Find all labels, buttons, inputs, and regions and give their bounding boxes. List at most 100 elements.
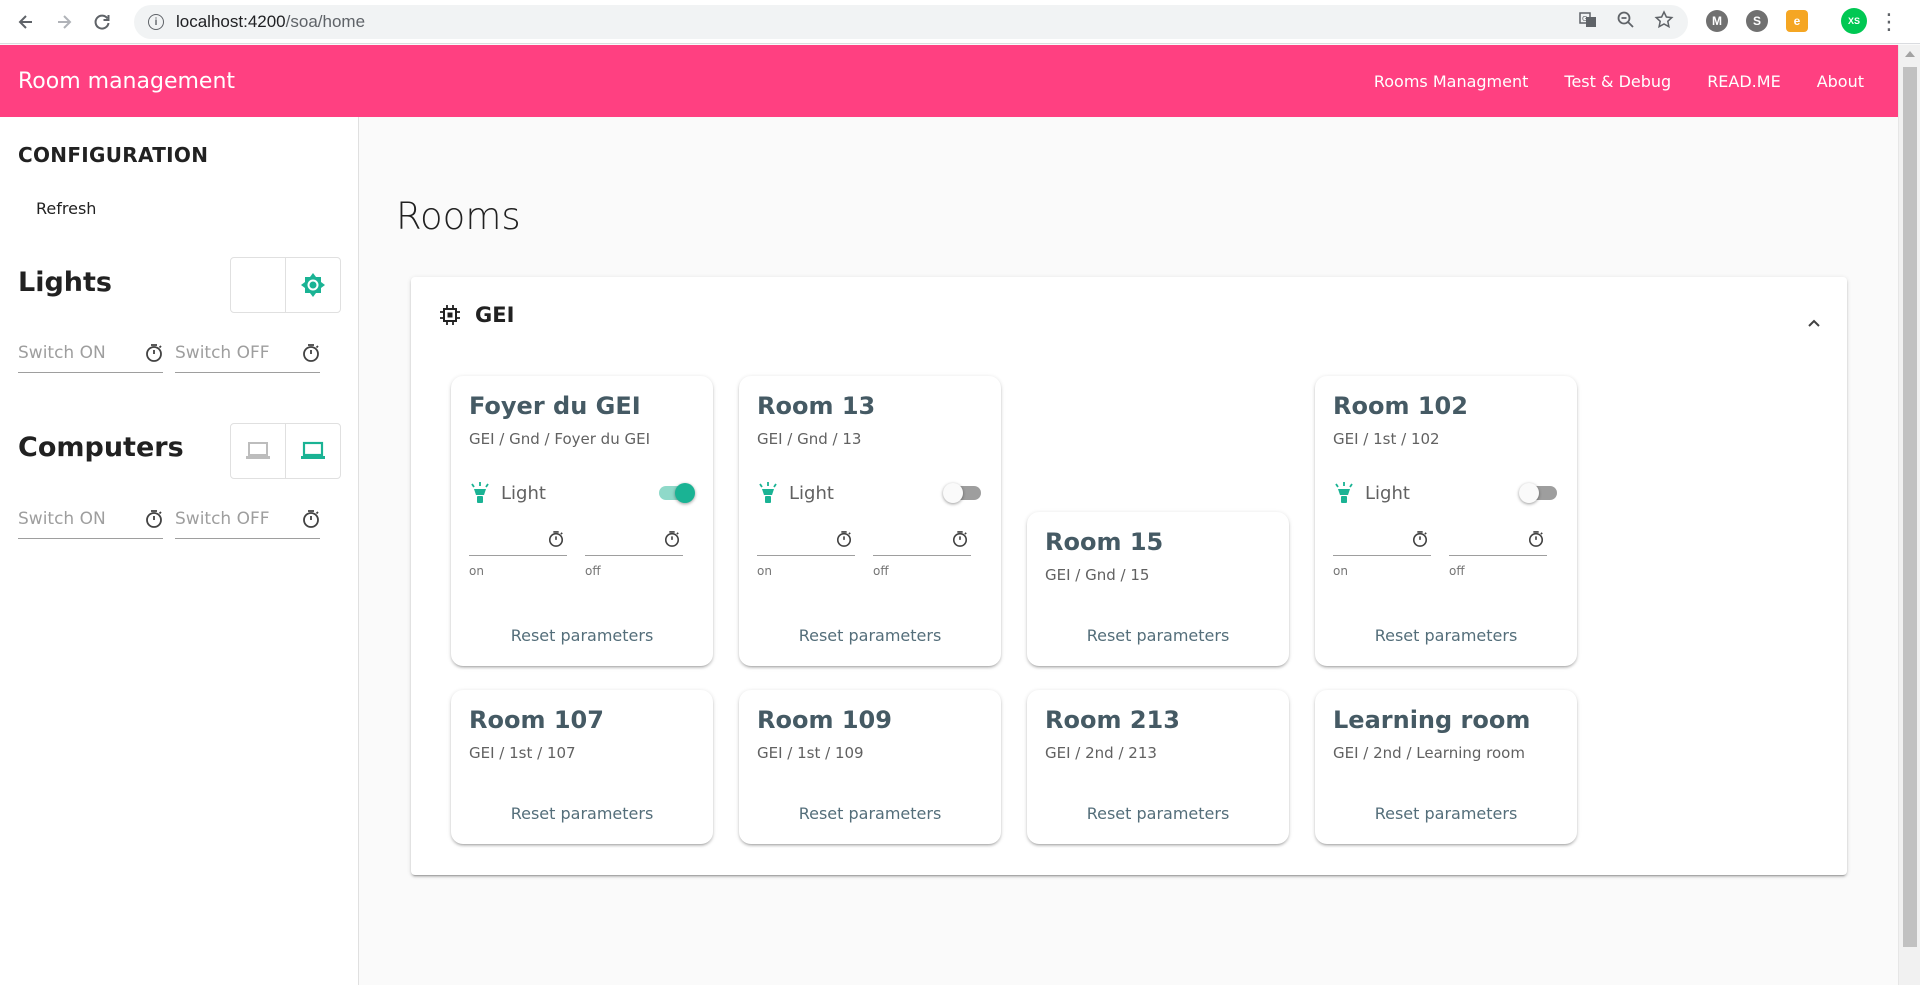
scroll-thumb[interactable] — [1903, 67, 1917, 947]
timer-icon[interactable] — [952, 530, 968, 553]
room-name: Room 102 — [1333, 392, 1468, 420]
scroll-up-arrow[interactable] — [1905, 51, 1915, 57]
bookmark-star-icon[interactable] — [1654, 9, 1674, 35]
room-card: Room 107 GEI / 1st / 107 Reset parameter… — [451, 690, 713, 844]
room-card: Room 109 GEI / 1st / 109 Reset parameter… — [739, 690, 1001, 844]
room-path: GEI / 1st / 102 — [1333, 430, 1440, 448]
room-card: Room 102 GEI / 1st / 102 Light on off Re… — [1315, 376, 1577, 666]
room-path: GEI / Gnd / 13 — [757, 430, 862, 448]
nav-test-debug[interactable]: Test & Debug — [1564, 72, 1671, 91]
lights-off-toggle[interactable] — [231, 258, 285, 312]
reset-parameters-button[interactable]: Reset parameters — [1027, 804, 1289, 823]
page-scrollbar[interactable] — [1898, 45, 1920, 985]
profile-avatar[interactable]: XS — [1841, 8, 1867, 34]
moon-icon — [255, 275, 265, 295]
timer-icon[interactable] — [302, 343, 320, 368]
room-name: Room 213 — [1045, 706, 1180, 734]
light-on-timer-field[interactable] — [757, 526, 855, 556]
room-card: Room 13 GEI / Gnd / 13 Light on off Rese… — [739, 376, 1001, 666]
on-label: on — [1333, 564, 1348, 578]
computers-on-toggle[interactable] — [285, 424, 340, 478]
lights-on-toggle[interactable] — [285, 258, 340, 312]
translate-icon[interactable]: G — [1578, 10, 1598, 35]
app-title: Room management — [18, 68, 236, 94]
page-title: Rooms — [396, 195, 521, 238]
lights-switch-on-field[interactable]: Switch ON — [18, 339, 163, 373]
lights-switch-off-field[interactable]: Switch OFF — [175, 339, 320, 373]
back-icon[interactable] — [10, 6, 42, 38]
room-name: Foyer du GEI — [469, 392, 641, 420]
light-toggle[interactable] — [655, 483, 695, 503]
reset-parameters-button[interactable]: Reset parameters — [451, 626, 713, 645]
light-off-timer-field[interactable] — [873, 526, 971, 556]
room-path: GEI / 1st / 109 — [757, 744, 864, 762]
chevron-up-icon[interactable] — [1807, 315, 1821, 333]
reset-parameters-button[interactable]: Reset parameters — [739, 804, 1001, 823]
room-path: GEI / Gnd / Foyer du GEI — [469, 430, 650, 448]
timer-icon[interactable] — [302, 509, 320, 534]
timer-icon[interactable] — [1412, 530, 1428, 553]
off-label: off — [585, 564, 601, 578]
nav-rooms-management[interactable]: Rooms Managment — [1374, 72, 1529, 91]
refresh-button[interactable]: Refresh — [36, 199, 96, 218]
reload-icon[interactable] — [86, 6, 118, 38]
timer-icon[interactable] — [1528, 530, 1544, 553]
timer-icon[interactable] — [836, 530, 852, 553]
reset-parameters-button[interactable]: Reset parameters — [1315, 626, 1577, 645]
sidebar: CONFIGURATION Refresh Lights Switch ON S… — [0, 117, 359, 985]
info-icon[interactable]: i — [148, 14, 164, 30]
extension-orange-icon[interactable]: e — [1786, 10, 1808, 32]
lights-switch-on-placeholder: Switch ON — [18, 343, 106, 363]
timer-icon[interactable] — [548, 530, 564, 553]
computers-switch-on-field[interactable]: Switch ON — [18, 505, 163, 539]
app-toolbar: Room management Rooms Managment Test & D… — [0, 45, 1898, 117]
extension-s-icon[interactable]: S — [1746, 10, 1768, 32]
building-panel-header[interactable]: GEI — [439, 303, 514, 327]
lights-title: Lights — [18, 267, 112, 298]
chip-icon — [440, 305, 460, 325]
light-label: Light — [1365, 482, 1410, 504]
config-title: CONFIGURATION — [18, 143, 209, 167]
zoom-icon[interactable] — [1616, 10, 1636, 35]
reset-parameters-button[interactable]: Reset parameters — [739, 626, 1001, 645]
room-card: Room 213 GEI / 2nd / 213 Reset parameter… — [1027, 690, 1289, 844]
computers-switch-on-placeholder: Switch ON — [18, 509, 106, 529]
computers-off-toggle[interactable] — [231, 424, 285, 478]
reset-parameters-button[interactable]: Reset parameters — [1315, 804, 1577, 823]
light-on-timer-field[interactable] — [1333, 526, 1431, 556]
room-path: GEI / 1st / 107 — [469, 744, 576, 762]
computers-switch-off-field[interactable]: Switch OFF — [175, 505, 320, 539]
laptop-on-icon — [301, 441, 325, 459]
room-name: Learning room — [1333, 706, 1531, 734]
nav-about[interactable]: About — [1817, 72, 1864, 91]
on-label: on — [469, 564, 484, 578]
building-panel: GEI Foyer du GEI GEI / Gnd / Foyer du GE… — [411, 277, 1847, 875]
nav-readme[interactable]: READ.ME — [1707, 72, 1781, 91]
off-label: off — [873, 564, 889, 578]
svg-text:G: G — [1582, 15, 1587, 23]
room-name: Room 109 — [757, 706, 892, 734]
light-on-timer-field[interactable] — [469, 526, 567, 556]
address-bar[interactable]: i localhost:4200/soa/home G — [134, 5, 1688, 39]
timer-icon[interactable] — [145, 343, 163, 368]
light-off-timer-field[interactable] — [1449, 526, 1547, 556]
lightbulb-icon — [759, 482, 777, 503]
url-text: localhost:4200/soa/home — [176, 12, 366, 31]
room-card: Room 15 GEI / Gnd / 15 Reset parameters — [1027, 512, 1289, 666]
extension-m-icon[interactable]: M — [1706, 10, 1728, 32]
reset-parameters-button[interactable]: Reset parameters — [451, 804, 713, 823]
light-toggle[interactable] — [1519, 483, 1559, 503]
light-row: Light — [469, 480, 695, 506]
light-row: Light — [757, 480, 983, 506]
room-name: Room 15 — [1045, 528, 1164, 556]
light-toggle[interactable] — [943, 483, 983, 503]
timer-icon[interactable] — [145, 509, 163, 534]
lights-mode-toggle — [230, 257, 341, 313]
timer-icon[interactable] — [664, 530, 680, 553]
reset-parameters-button[interactable]: Reset parameters — [1027, 626, 1289, 645]
lightbulb-icon — [1335, 482, 1353, 503]
browser-menu-icon[interactable]: ⋮ — [1878, 8, 1900, 36]
light-off-timer-field[interactable] — [585, 526, 683, 556]
on-label: on — [757, 564, 772, 578]
forward-icon[interactable] — [48, 6, 80, 38]
